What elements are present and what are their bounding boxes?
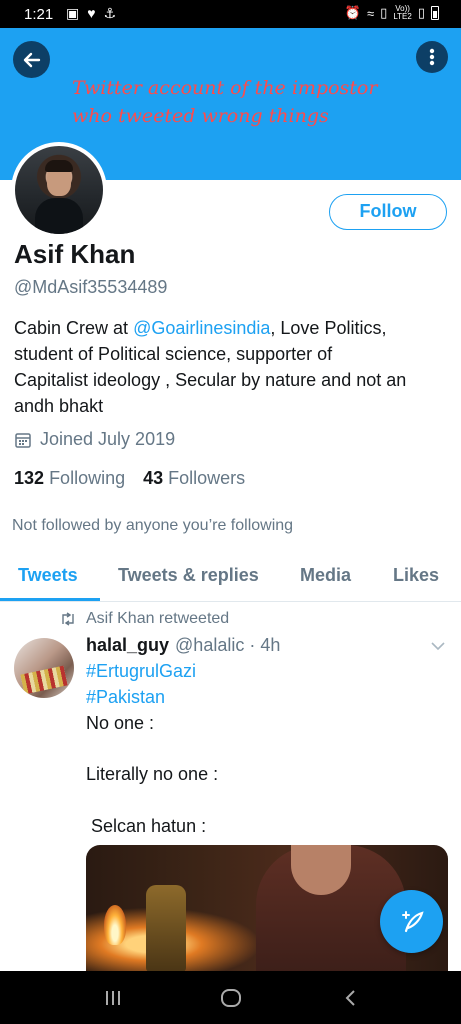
hashtag-ertugrulgazi[interactable]: #ErtugrulGazi [86, 661, 196, 682]
tab-likes[interactable]: Likes [393, 565, 439, 586]
followers-label: Followers [168, 468, 246, 488]
more-options-button[interactable] [416, 41, 448, 73]
bio-prefix: Cabin Crew at [14, 318, 134, 338]
tweet-text-line-1: No one : [86, 713, 155, 733]
status-left-icons: ▣ ♥ ⚓ [66, 5, 116, 22]
profile-tabs: Tweets Tweets & replies Media Likes [0, 550, 461, 602]
chevron-down-icon[interactable] [430, 640, 446, 652]
profile-avatar[interactable] [11, 142, 107, 238]
avatar-scarf [20, 665, 68, 695]
signal2-icon: ▯ [417, 5, 425, 20]
tweet-handle-time: @halalic · 4h [175, 635, 281, 655]
status-bar: 1:21 ▣ ♥ ⚓ ⏰ ≈ ▯ Vo)) LTE2 ▯ [0, 0, 461, 28]
nav-back-icon [345, 990, 355, 1006]
home-icon [221, 989, 241, 1007]
impostor-annotation: Twitter account of the impostor who twee… [72, 74, 452, 130]
status-right-icons: ⏰ ≈ ▯ Vo)) LTE2 ▯ [345, 5, 439, 21]
heart-icon: ♥ [87, 5, 96, 21]
back-button[interactable] [13, 41, 50, 78]
followers-count: 43 [143, 468, 164, 488]
followers-stat[interactable]: 43 Followers [143, 468, 245, 489]
signal-icon: ▯ [380, 5, 388, 20]
home-button[interactable] [216, 985, 246, 1011]
retweet-context: Asif Khan retweeted [60, 610, 229, 628]
following-stat[interactable]: 132 Following [14, 468, 125, 489]
recent-apps-button[interactable] [98, 985, 128, 1011]
tweet-text-line-2: Literally no one : [86, 764, 219, 784]
alarm-icon: ⏰ [344, 5, 362, 20]
arrow-left-icon [23, 52, 40, 67]
battery-icon [431, 6, 439, 20]
media-flame [104, 905, 126, 945]
tab-tweets[interactable]: Tweets [18, 565, 78, 586]
bio-line-3: Capitalist ideology , Secular by nature … [14, 370, 407, 390]
hashtag-pakistan[interactable]: #Pakistan [86, 687, 165, 708]
anchor-icon: ⚓ [103, 5, 117, 21]
following-label: Following [49, 468, 126, 488]
status-time: 1:21 [24, 6, 54, 23]
tab-media[interactable]: Media [300, 565, 351, 586]
compose-tweet-button[interactable] [380, 890, 443, 953]
annotation-line-1: Twitter account of the impostor [72, 77, 378, 99]
joined-date: Joined July 2019 [14, 429, 175, 450]
compose-tweet-icon [401, 910, 424, 932]
network-label: Vo)) LTE2 [393, 4, 412, 21]
retweet-icon [62, 612, 74, 626]
bio-line-1: Cabin Crew at @Goairlinesindia, Love Pol… [14, 315, 454, 341]
recent-apps-icon [106, 991, 120, 1005]
profile-bio: Cabin Crew at @Goairlinesindia, Love Pol… [14, 315, 454, 419]
joined-text: Joined July 2019 [40, 429, 176, 449]
tweet-author-name[interactable]: halal_guy [86, 635, 169, 656]
avatar-hair [45, 160, 73, 172]
profile-handle: @MdAsif35534489 [14, 277, 168, 297]
wifi-icon: ≈ [367, 5, 375, 21]
follow-button[interactable]: Follow [329, 194, 447, 230]
bio-line-2: student of Political science, supporter … [14, 344, 333, 364]
nav-back-button[interactable] [336, 985, 366, 1011]
tweet-header: halal_guy @halalic · 4h [86, 635, 280, 656]
not-followed-notice: Not followed by anyone you’re following [12, 517, 294, 534]
vertical-dots-icon [429, 48, 435, 66]
gallery-icon: ▣ [66, 5, 80, 21]
calendar-icon [15, 432, 31, 448]
bio-line-4: andh bhakt [14, 396, 104, 416]
tweet-author-avatar[interactable] [14, 638, 74, 698]
bio-mention-link[interactable]: @Goairlinesindia [133, 318, 270, 338]
profile-name: Asif Khan [14, 239, 136, 269]
tweet-text-line-3: Selcan hatun : [86, 816, 207, 836]
system-navigation-bar [0, 971, 461, 1024]
annotation-line-2: who tweeted wrong things [72, 105, 329, 127]
retweeted-by-text: Asif Khan retweeted [86, 610, 230, 627]
media-lamp [146, 885, 186, 972]
avatar-body [35, 198, 83, 234]
bio-line1-suffix: , Love Politics, [270, 318, 387, 338]
tab-tweets-replies[interactable]: Tweets & replies [118, 565, 259, 586]
following-count: 132 [14, 468, 45, 488]
active-tab-indicator [0, 598, 100, 601]
follow-stats: 132 Following 43 Followers [14, 468, 245, 489]
